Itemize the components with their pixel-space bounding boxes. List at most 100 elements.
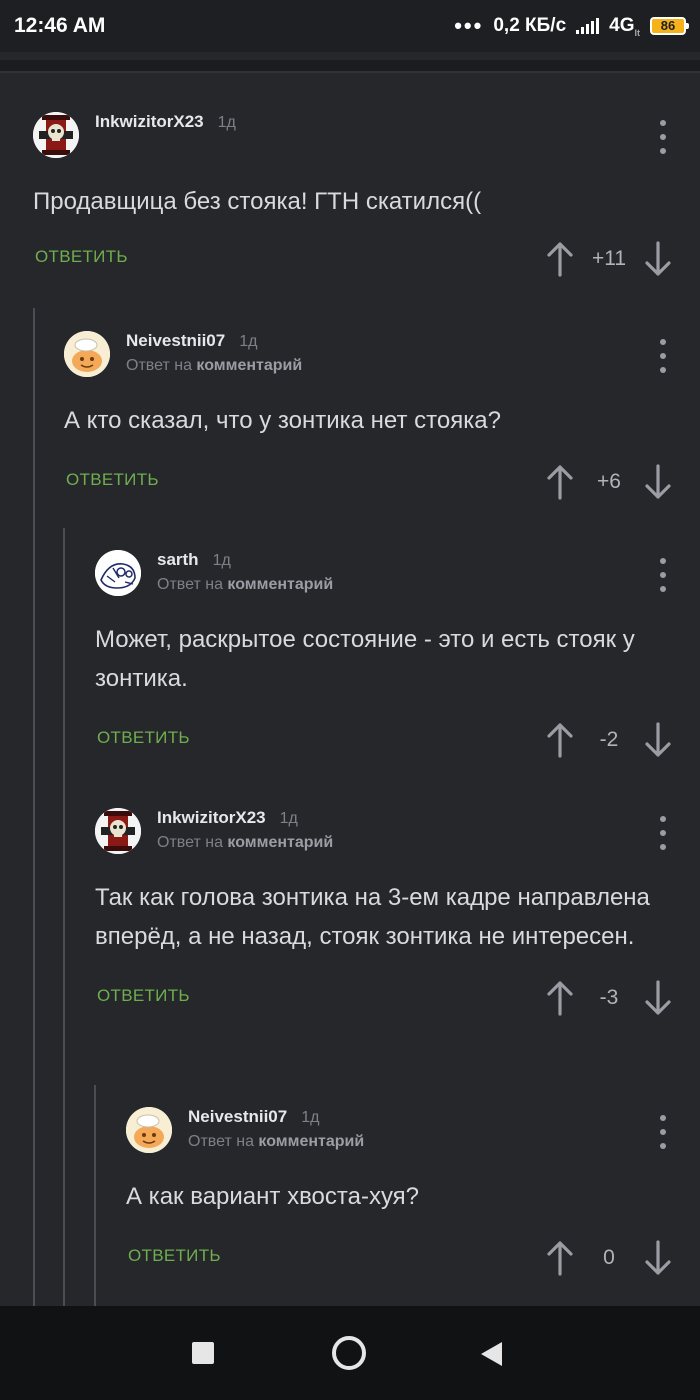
comment: sarth 1д Ответ на комментарий Может, раскры… xyxy=(95,550,700,762)
divider-line xyxy=(0,71,700,73)
reply-to-info: Ответ на комментарий xyxy=(126,357,302,375)
vote-controls: 0 xyxy=(546,1236,672,1280)
signal-icon xyxy=(576,17,600,34)
vote-controls: +6 xyxy=(546,460,672,504)
status-icons: ••• 0,2 КБ/с 4Glt 86 xyxy=(454,12,689,38)
reply-to-link[interactable]: комментарий xyxy=(196,357,302,374)
reply-to-info: Ответ на комментарий xyxy=(188,1133,364,1151)
vote-score: -2 xyxy=(599,728,619,751)
comment-header: Neivestnii07 1д Ответ на комментарий xyxy=(64,331,700,381)
more-vertical-icon[interactable] xyxy=(656,120,670,154)
comment-footer: ОТВЕТИТЬ +11 xyxy=(33,237,700,281)
comment-time: 1д xyxy=(301,1109,320,1126)
system-nav-bar xyxy=(0,1306,700,1400)
comment-time: 1д xyxy=(212,552,231,569)
more-vertical-icon[interactable] xyxy=(656,816,670,850)
comment-text: А кто сказал, что у зонтика нет стояка? xyxy=(64,407,501,434)
comment-footer: ОТВЕТИТЬ -3 xyxy=(95,976,700,1020)
arrow-up-icon[interactable] xyxy=(546,722,574,758)
reply-to-prefix: Ответ на xyxy=(157,576,223,593)
arrow-down-icon[interactable] xyxy=(644,464,672,500)
comment-time: 1д xyxy=(217,114,236,131)
battery-icon: 86 xyxy=(650,16,689,35)
reply-to-info: Ответ на комментарий xyxy=(157,834,333,852)
reply-to-prefix: Ответ на xyxy=(126,357,192,374)
avatar[interactable] xyxy=(64,331,110,377)
avatar[interactable] xyxy=(33,112,79,158)
reply-to-link[interactable]: комментарий xyxy=(227,834,333,851)
comment-meta: Neivestnii07 1д Ответ на комментарий xyxy=(188,1107,364,1151)
comment-header: sarth 1д Ответ на комментарий xyxy=(95,550,700,600)
username[interactable]: Neivestnii07 xyxy=(188,1107,287,1127)
reply-button[interactable]: ОТВЕТИТЬ xyxy=(35,247,128,267)
vote-controls: -3 xyxy=(546,976,672,1020)
username[interactable]: InkwizitorX23 xyxy=(157,808,266,828)
reply-to-link[interactable]: комментарий xyxy=(227,576,333,593)
comment-text: А как вариант хвоста-хуя? xyxy=(126,1183,420,1210)
vote-score: +6 xyxy=(597,470,621,493)
comment-text: Продавщица без стояка! ГТН скатился(( xyxy=(33,188,482,215)
comment-time: 1д xyxy=(279,810,298,827)
avatar[interactable] xyxy=(95,808,141,854)
arrow-down-icon[interactable] xyxy=(644,722,672,758)
more-vertical-icon[interactable] xyxy=(656,558,670,592)
comment-meta: InkwizitorX23 1д Ответ на комментарий xyxy=(157,808,333,852)
arrow-down-icon[interactable] xyxy=(644,241,672,277)
arrow-up-icon[interactable] xyxy=(546,980,574,1016)
comment-header: Neivestnii07 1д Ответ на комментарий xyxy=(126,1107,700,1157)
network-speed: 0,2 КБ/с xyxy=(493,14,567,36)
reply-button[interactable]: ОТВЕТИТЬ xyxy=(97,986,190,1006)
comment-footer: ОТВЕТИТЬ 0 xyxy=(126,1236,700,1280)
comment-text: Может, раскрытое состояние - это и есть … xyxy=(95,626,635,692)
comment: Neivestnii07 1д Ответ на комментарий А как … xyxy=(126,1107,700,1280)
reply-button[interactable]: ОТВЕТИТЬ xyxy=(97,728,190,748)
comment: InkwizitorX23 1д Продавщица без стояка! ГТ… xyxy=(33,112,700,281)
arrow-up-icon[interactable] xyxy=(546,1240,574,1276)
comment: InkwizitorX23 1д Ответ на комментарий Так к… xyxy=(95,808,700,1020)
comment: Neivestnii07 1д Ответ на комментарий А кто … xyxy=(64,331,700,504)
more-vertical-icon[interactable] xyxy=(656,1115,670,1149)
thread-line-level-3 xyxy=(94,1085,96,1306)
username[interactable]: Neivestnii07 xyxy=(126,331,225,351)
thread-line-level-2 xyxy=(63,528,65,1306)
vote-controls: +11 xyxy=(546,237,672,281)
reply-button[interactable]: ОТВЕТИТЬ xyxy=(128,1246,221,1266)
more-notifications-icon: ••• xyxy=(454,12,484,38)
username[interactable]: InkwizitorX23 xyxy=(95,112,204,132)
circle-icon xyxy=(332,1336,366,1370)
square-icon xyxy=(192,1342,214,1364)
comment-time: 1д xyxy=(239,333,258,350)
vote-controls: -2 xyxy=(546,718,672,762)
network-type: 4Glt xyxy=(609,14,640,38)
back-button[interactable] xyxy=(480,1341,504,1372)
username[interactable]: sarth xyxy=(157,550,199,570)
comment-footer: ОТВЕТИТЬ -2 xyxy=(95,718,700,762)
reply-button[interactable]: ОТВЕТИТЬ xyxy=(66,470,159,490)
comment-header: InkwizitorX23 1д xyxy=(33,112,700,162)
home-button[interactable] xyxy=(332,1336,366,1370)
comment-meta: Neivestnii07 1д Ответ на комментарий xyxy=(126,331,302,375)
reply-to-link[interactable]: комментарий xyxy=(258,1133,364,1150)
arrow-up-icon[interactable] xyxy=(546,241,574,277)
reply-to-prefix: Ответ на xyxy=(157,834,223,851)
arrow-down-icon[interactable] xyxy=(644,1240,672,1276)
comment-footer: ОТВЕТИТЬ +6 xyxy=(64,460,700,504)
comment-text: Так как голова зонтика на 3-ем кадре нап… xyxy=(95,884,650,950)
vote-score: 0 xyxy=(603,1246,615,1269)
comment-meta: sarth 1д Ответ на комментарий xyxy=(157,550,333,594)
avatar[interactable] xyxy=(95,550,141,596)
triangle-back-icon xyxy=(481,1342,502,1366)
thread-line-level-1 xyxy=(33,308,35,1306)
reply-to-prefix: Ответ на xyxy=(188,1133,254,1150)
avatar[interactable] xyxy=(126,1107,172,1153)
reply-to-info: Ответ на комментарий xyxy=(157,576,333,594)
status-time: 12:46 AM xyxy=(14,14,106,37)
vote-score: +11 xyxy=(591,247,627,270)
arrow-up-icon[interactable] xyxy=(546,464,574,500)
arrow-down-icon[interactable] xyxy=(644,980,672,1016)
more-vertical-icon[interactable] xyxy=(656,339,670,373)
recent-apps-button[interactable] xyxy=(192,1342,214,1364)
comment-header: InkwizitorX23 1д Ответ на комментарий xyxy=(95,808,700,858)
comment-meta: InkwizitorX23 1д xyxy=(95,112,236,136)
vote-score: -3 xyxy=(599,986,619,1009)
